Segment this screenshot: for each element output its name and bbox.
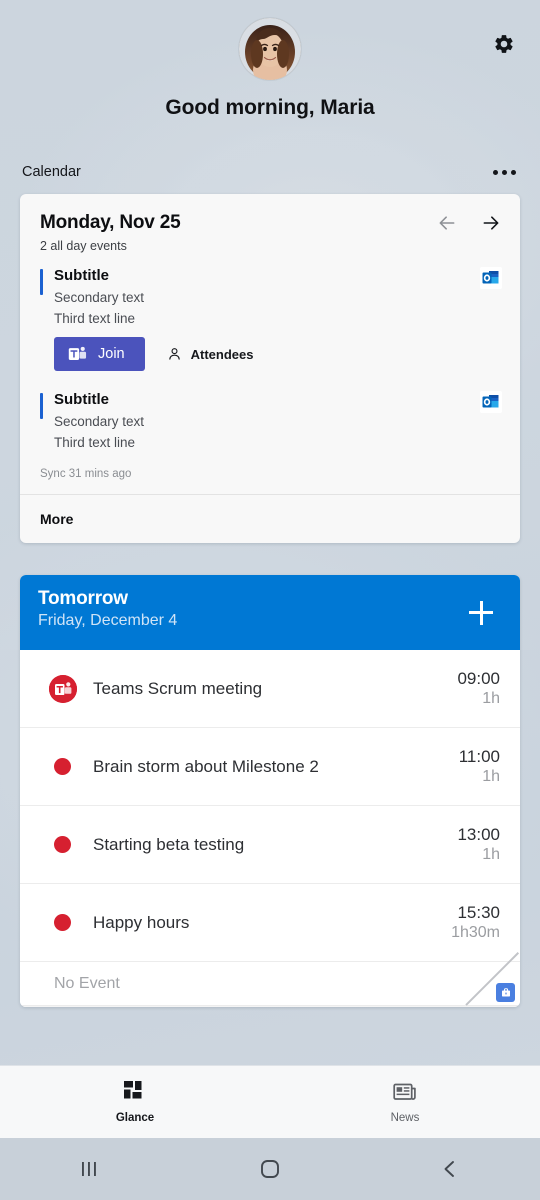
more-horizontal-icon [493, 169, 498, 175]
teams-icon [68, 346, 87, 360]
bottom-tab-bar: Glance News [0, 1065, 540, 1138]
outlook-icon [480, 267, 502, 289]
calendar-widget-card[interactable]: Monday, Nov 25 2 all day events Subtitle… [20, 194, 520, 543]
prev-day-button[interactable] [434, 210, 460, 236]
outlook-glyph [482, 395, 499, 408]
event-third-text: Third text line [54, 435, 136, 450]
dot-icon [54, 914, 71, 931]
more-button[interactable]: More [20, 495, 520, 543]
add-event-button[interactable] [464, 596, 498, 630]
agenda-row-time: 11:00 1h [459, 747, 500, 786]
calendar-summary: 2 all day events [40, 239, 127, 253]
no-event-row: No Event [20, 962, 520, 1006]
recents-icon [82, 1162, 96, 1176]
calendar-section-header: Calendar [0, 156, 540, 188]
newspaper-icon [393, 1083, 416, 1100]
back-icon [444, 1161, 454, 1177]
event-body: Subtitle Secondary text Third text line [40, 391, 500, 450]
dot-icon [54, 758, 71, 775]
agenda-row-start: 09:00 [457, 669, 500, 688]
join-button-label: Join [98, 346, 125, 362]
sync-status: Sync 31 mins ago [40, 468, 132, 480]
agenda-row[interactable]: Teams Scrum meeting 09:00 1h [20, 650, 520, 728]
section-overflow-button[interactable] [491, 164, 518, 181]
avatar-container [0, 0, 540, 80]
home-icon [261, 1160, 279, 1178]
agenda-row-time: 13:00 1h [457, 825, 500, 864]
briefcase-glyph [501, 987, 510, 996]
arrow-left-icon [439, 216, 455, 230]
greeting-text: Good morning, Maria [165, 96, 375, 119]
event-secondary-text: Secondary text [54, 290, 145, 305]
outlook-icon [480, 391, 502, 413]
back-button[interactable] [360, 1157, 540, 1181]
app-header: Good morning, Maria [0, 0, 540, 140]
agenda-header-title: Tomorrow [38, 588, 128, 609]
agenda-row-time: 09:00 1h [457, 669, 500, 708]
agenda-row-start: 15:30 [457, 903, 500, 922]
event-title: Subtitle [54, 391, 109, 408]
agenda-header: Tomorrow Friday, December 4 [20, 575, 520, 650]
join-button[interactable]: Join [54, 337, 145, 371]
agenda-row-start: 11:00 [458, 747, 500, 766]
calendar-widget-header: Monday, Nov 25 2 all day events [20, 194, 520, 253]
event-accent-bar [40, 269, 43, 295]
calendar-date: Monday, Nov 25 [40, 212, 181, 233]
teams-circle-glyph [49, 674, 77, 703]
agenda-row-duration: 1h [482, 846, 500, 863]
agenda-row-duration: 1h30m [451, 924, 500, 941]
event-accent-bar [40, 393, 43, 419]
agenda-row-duration: 1h [482, 690, 500, 707]
outlook-glyph [482, 271, 499, 284]
dot-icon [54, 836, 71, 853]
agenda-row[interactable]: Happy hours 15:30 1h30m [20, 884, 520, 962]
agenda-widget-card[interactable]: Tomorrow Friday, December 4 Teams Scrum … [20, 575, 520, 1007]
arrow-right-icon [483, 216, 499, 230]
avatar[interactable] [239, 18, 301, 80]
attendees-button[interactable]: Attendees [167, 346, 254, 362]
next-day-row[interactable]: Monday, December 7 [20, 1006, 520, 1007]
agenda-row-title: Brain storm about Milestone 2 [93, 756, 319, 776]
avatar-photo [239, 18, 301, 80]
agenda-row-duration: 1h [482, 768, 500, 785]
tab-news-label: News [390, 1111, 420, 1124]
person-icon [168, 348, 180, 360]
settings-button[interactable] [486, 26, 522, 62]
resize-handle[interactable] [464, 951, 520, 1007]
grid-icon [124, 1080, 142, 1098]
section-title: Calendar [22, 164, 81, 180]
event-title: Subtitle [54, 267, 109, 284]
recents-button[interactable] [0, 1158, 180, 1180]
agenda-row-title: Happy hours [93, 912, 190, 932]
event-third-text: Third text line [54, 311, 136, 326]
event-actions: Join Attendees [54, 337, 500, 375]
agenda-row[interactable]: Brain storm about Milestone 2 11:00 1h [20, 728, 520, 806]
calendar-event[interactable]: Subtitle Secondary text Third text line [20, 375, 520, 450]
home-button[interactable] [180, 1157, 360, 1181]
agenda-header-subtitle: Friday, December 4 [38, 612, 178, 629]
system-navigation-bar [0, 1138, 540, 1200]
work-profile-badge-icon [496, 983, 515, 1002]
event-body: Subtitle Secondary text Third text line … [40, 267, 500, 375]
gear-icon [495, 35, 513, 53]
calendar-event[interactable]: Subtitle Secondary text Third text line … [20, 253, 520, 375]
next-day-button[interactable] [478, 210, 504, 236]
event-secondary-text: Secondary text [54, 414, 145, 429]
tab-glance-label: Glance [115, 1111, 155, 1124]
teams-circle-icon [49, 674, 77, 703]
agenda-row-title: Starting beta testing [93, 834, 245, 854]
agenda-row-time: 15:30 1h30m [451, 903, 500, 942]
tab-glance[interactable]: Glance [0, 1066, 270, 1138]
agenda-row[interactable]: Starting beta testing 13:00 1h [20, 806, 520, 884]
calendar-nav [434, 210, 504, 236]
agenda-row-title: Teams Scrum meeting [93, 678, 263, 698]
tab-news[interactable]: News [270, 1066, 540, 1138]
agenda-row-start: 13:00 [457, 825, 500, 844]
attendees-label: Attendees [190, 346, 254, 362]
